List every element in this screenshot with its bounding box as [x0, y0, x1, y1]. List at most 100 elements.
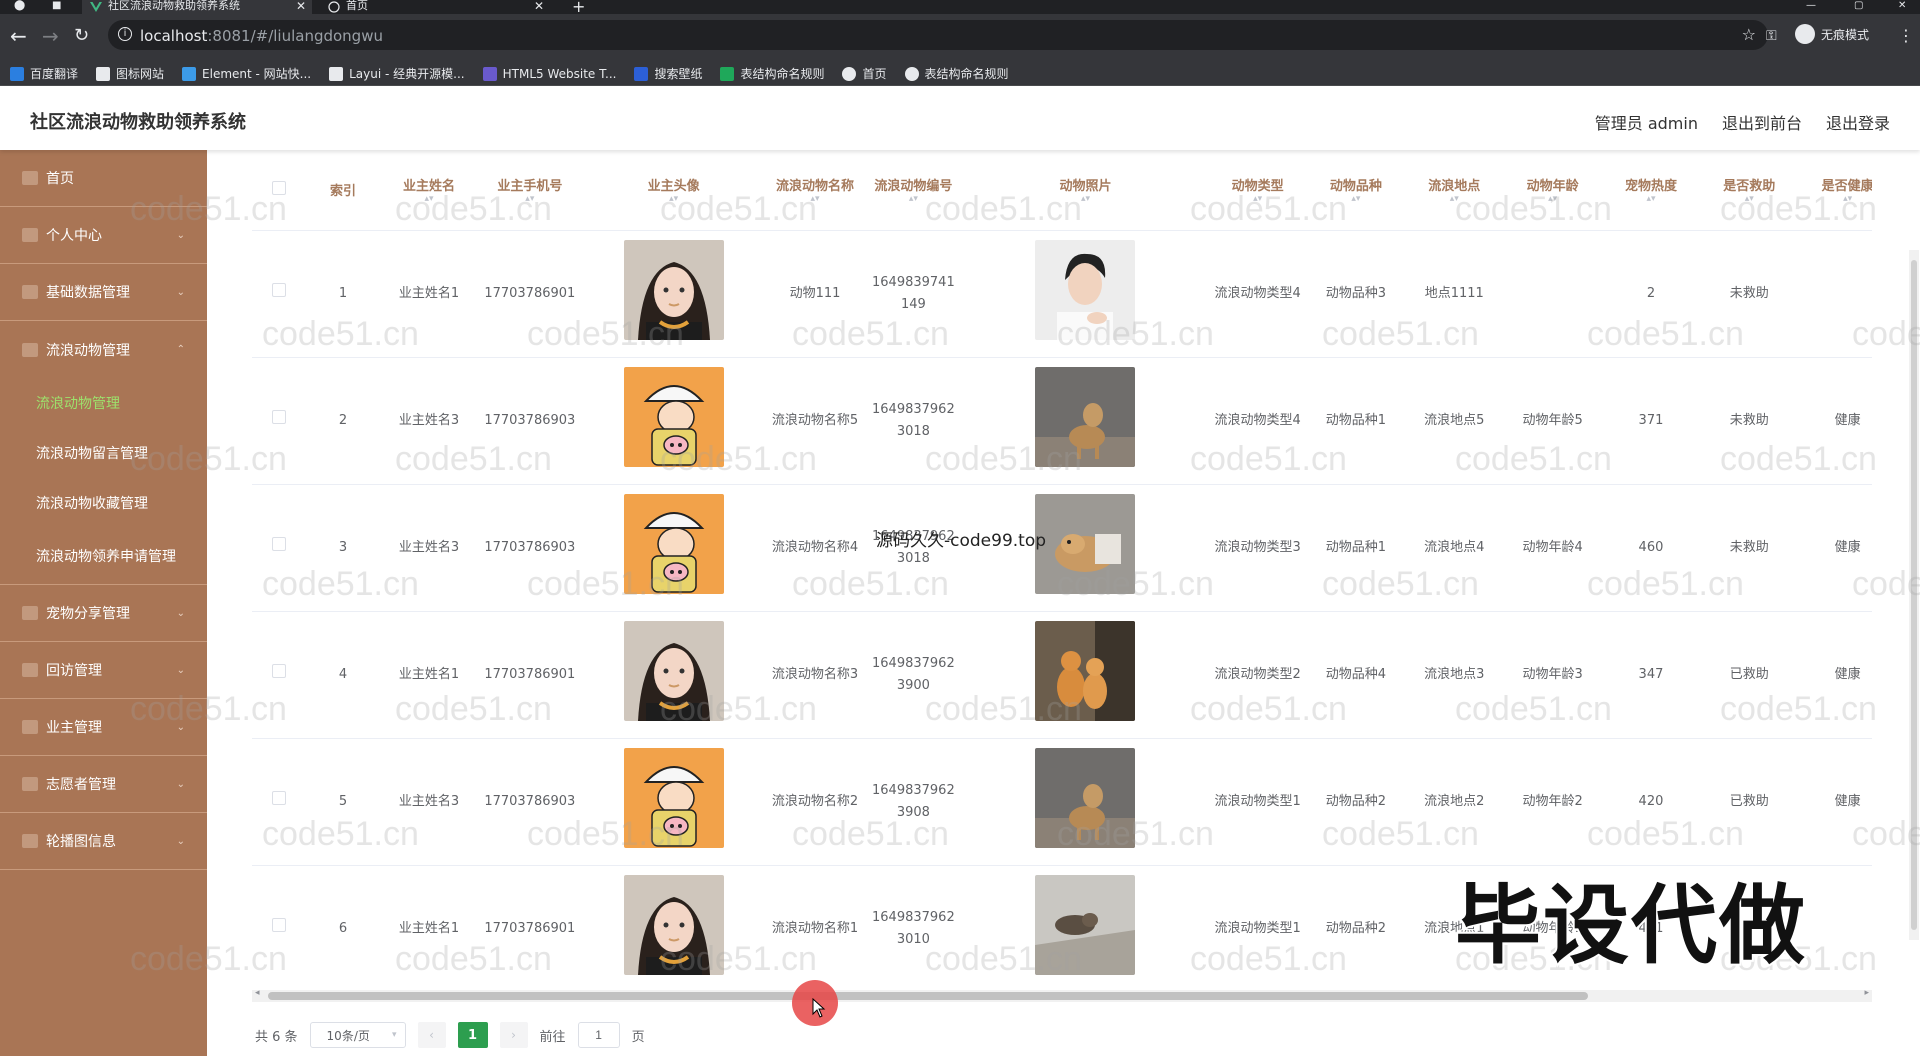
bookmark-item[interactable]: 百度翻译 [10, 65, 78, 82]
forward-icon[interactable]: → [42, 26, 59, 46]
sort-caret-icon[interactable]: ▴▾ [1507, 194, 1597, 204]
bookmark-item[interactable]: 表结构命名规则 [904, 65, 1009, 82]
sidebar-item-carousel[interactable]: 轮播图信息 ⌄ [0, 813, 207, 870]
sidebar-subitem-messages[interactable]: 流浪动物留言管理 [0, 428, 207, 478]
goto-prefix: 前往 [539, 1029, 566, 1045]
sort-caret-icon[interactable]: ▴▾ [967, 194, 1205, 204]
row-checkbox[interactable] [272, 790, 287, 805]
bookmark-item[interactable]: Layui - 经典开源模... [329, 65, 465, 82]
sidebar-item-pet-share[interactable]: 宠物分享管理 ⌄ [0, 585, 207, 642]
bookmark-item[interactable]: 首页 [842, 65, 887, 82]
browser-tab-active[interactable]: 社区流浪动物救助领养系统 ✕ [82, 0, 312, 14]
vertical-scrollbar[interactable] [1909, 250, 1919, 940]
sort-caret-icon[interactable]: ▴▾ [770, 194, 860, 204]
sidebar-subitem-stray-animal-manage[interactable]: 流浪动物管理 [0, 378, 207, 428]
browser-tab-inactive[interactable]: 首页 ✕ [320, 0, 550, 14]
animal-photo-image[interactable] [1035, 239, 1136, 340]
owner-avatar-image[interactable] [623, 874, 724, 975]
owner-avatar-image[interactable] [623, 747, 724, 848]
column-header-label: 动物类型 [1231, 179, 1284, 195]
bookmark-item[interactable]: 图标网站 [96, 65, 164, 82]
close-tab-icon[interactable]: ✕ [296, 0, 306, 12]
browser-window-icon[interactable]: ■ [52, 0, 61, 14]
table-row: 3 业主姓名3 17703786903 流浪动物名称4 16498379623018 流浪… [252, 484, 1872, 612]
sidebar-subitem-adoption[interactable]: 流浪动物领养申请管理 [0, 528, 207, 585]
maximize-icon[interactable]: ▢ [1854, 0, 1863, 14]
scroll-right-icon[interactable]: ▸ [1864, 988, 1869, 998]
url-field[interactable]: i localhost:8081/#/liulangdongwu ☆ [108, 20, 1768, 50]
row-checkbox[interactable] [272, 409, 287, 424]
row-select-cell[interactable] [252, 611, 307, 739]
row-checkbox[interactable] [272, 663, 287, 678]
row-checkbox[interactable] [272, 536, 287, 551]
row-checkbox[interactable] [272, 282, 287, 297]
scrollbar-thumb[interactable] [268, 992, 1588, 1000]
bookmark-item[interactable]: 搜索壁纸 [634, 65, 702, 82]
sort-caret-icon[interactable]: ▴▾ [1606, 194, 1696, 204]
back-icon[interactable]: ← [10, 26, 27, 46]
info-icon[interactable]: i [118, 27, 132, 41]
sort-caret-icon[interactable]: ▴▾ [1212, 194, 1302, 204]
row-select-cell[interactable] [252, 230, 307, 358]
sidebar-item-volunteers[interactable]: 志愿者管理 ⌄ [0, 756, 207, 813]
front-link[interactable]: 退出到前台 [1722, 110, 1802, 134]
owner-avatar-image[interactable] [623, 239, 724, 340]
key-icon[interactable]: ⚿ [1766, 28, 1777, 44]
scrollbar-thumb[interactable] [1911, 260, 1917, 930]
owner-avatar-image[interactable] [623, 493, 724, 594]
sidebar-item-stray-animals[interactable]: 流浪动物管理 ⌃ [0, 321, 207, 378]
sort-caret-icon[interactable]: ▴▾ [482, 194, 577, 204]
page-number-current[interactable]: 1 [457, 1022, 488, 1048]
row-select-cell[interactable] [252, 484, 307, 612]
animal-photo-image[interactable] [1035, 366, 1136, 467]
animal-photo-image[interactable] [1035, 747, 1136, 848]
browser-profile-icon[interactable]: ⬤ [14, 0, 25, 14]
prev-page-button[interactable]: ‹ [417, 1022, 446, 1048]
next-page-button[interactable]: › [499, 1022, 528, 1048]
row-select-cell[interactable] [252, 865, 307, 990]
sidebar-subitem-favorites[interactable]: 流浪动物收藏管理 [0, 478, 207, 528]
goto-page-input[interactable] [577, 1022, 620, 1048]
sidebar-item-profile[interactable]: 个人中心 ⌄ [0, 207, 207, 264]
owner-avatar-image[interactable] [623, 366, 724, 467]
bookmark-star-icon[interactable]: ☆ [1742, 25, 1756, 44]
sort-caret-icon[interactable]: ▴▾ [1704, 194, 1794, 204]
page-size-select[interactable]: 10条/页 ▾ [309, 1022, 406, 1048]
browser-menu-icon[interactable]: ⋮ [1898, 26, 1914, 45]
sort-caret-icon[interactable]: ▴▾ [585, 194, 761, 204]
owner-avatar-image[interactable] [623, 620, 724, 721]
bookmark-item[interactable]: Element - 网站快... [182, 65, 311, 82]
row-select-cell[interactable] [252, 738, 307, 866]
sidebar-item-basic-data[interactable]: 基础数据管理 ⌄ [0, 264, 207, 321]
scroll-left-icon[interactable]: ◂ [255, 988, 260, 998]
sidebar-item-revisit[interactable]: 回访管理 ⌄ [0, 642, 207, 699]
cell-breed: 动物品种1 [1306, 357, 1406, 485]
select-all-header[interactable] [252, 150, 307, 231]
bookmark-item[interactable]: 表结构命名规则 [720, 65, 824, 82]
logout-link[interactable]: 退出登录 [1826, 110, 1890, 134]
bookmark-item[interactable]: HTML5 Website T... [482, 66, 616, 81]
horizontal-scrollbar[interactable]: ◂ ▸ [252, 988, 1872, 1002]
sort-caret-icon[interactable]: ▴▾ [868, 194, 958, 204]
sidebar-item-home[interactable]: 首页 [0, 150, 207, 207]
sort-caret-icon[interactable]: ▴▾ [1802, 194, 1872, 204]
reload-icon[interactable]: ↻ [74, 26, 89, 46]
incognito-indicator[interactable]: 无痕模式 [1795, 24, 1869, 44]
select-all-checkbox[interactable] [272, 180, 287, 195]
close-tab-icon[interactable]: ✕ [534, 0, 544, 12]
row-checkbox[interactable] [272, 917, 287, 932]
list-icon [22, 285, 38, 299]
animal-photo-image[interactable] [1035, 620, 1136, 721]
cell-animal-name: 流浪动物名称3 [765, 611, 865, 739]
minimize-icon[interactable]: — [1806, 0, 1816, 14]
close-window-icon[interactable]: ✕ [1898, 0, 1906, 14]
sort-caret-icon[interactable]: ▴▾ [1311, 194, 1401, 204]
column-header: 索引 [306, 150, 380, 231]
animal-photo-image[interactable] [1035, 493, 1136, 594]
sidebar-item-owners[interactable]: 业主管理 ⌄ [0, 699, 207, 756]
row-select-cell[interactable] [252, 357, 307, 485]
sort-caret-icon[interactable]: ▴▾ [384, 194, 474, 204]
animal-photo-image[interactable] [1035, 874, 1136, 975]
sort-caret-icon[interactable]: ▴▾ [1409, 194, 1499, 204]
column-header-label: 索引 [329, 184, 356, 200]
